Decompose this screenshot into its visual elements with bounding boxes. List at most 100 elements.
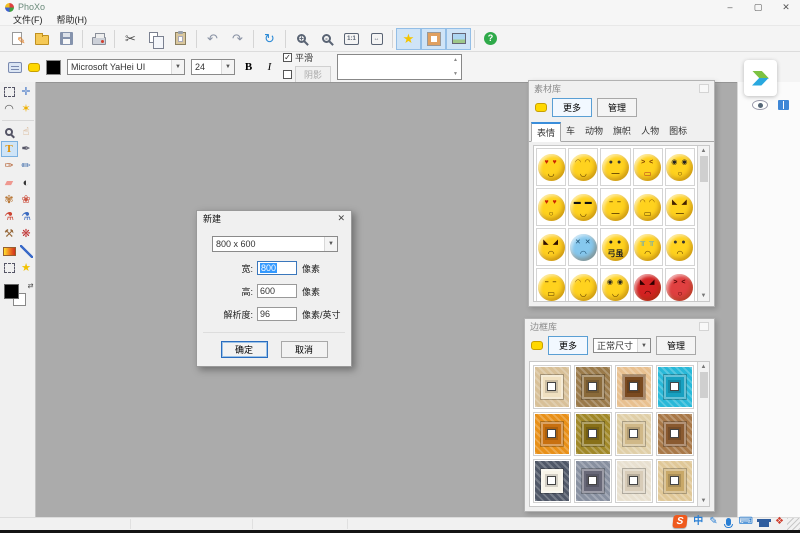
emoji-tile[interactable]: – –▭ xyxy=(536,268,566,301)
redo-button[interactable]: ↷ xyxy=(225,28,250,50)
tool-hand[interactable]: ☝ xyxy=(18,124,35,140)
dialog-titlebar[interactable]: 新建 ✕ xyxy=(197,211,351,226)
emoji-tile[interactable]: ◣ ◢◠ xyxy=(536,228,566,266)
tool-burn[interactable]: ❀ xyxy=(18,192,35,208)
tool-lasso[interactable]: ◠ xyxy=(1,101,18,117)
zoom-in-button[interactable]: + xyxy=(289,28,314,50)
emoji-tile[interactable]: ◉ ◉○ xyxy=(665,148,695,186)
frame-tile[interactable] xyxy=(656,365,694,409)
smooth-checkbox[interactable]: ✓ xyxy=(283,53,292,62)
clipart-manage-button[interactable]: 管理 xyxy=(597,98,637,117)
tool-fill-bucket[interactable]: ⚗ xyxy=(1,209,18,225)
preset-size-select[interactable]: 800 x 600 ▼ xyxy=(212,236,338,252)
tab-表情[interactable]: 表情 xyxy=(531,122,561,142)
frame-tile[interactable] xyxy=(656,459,694,503)
menu-help[interactable]: 帮助(H) xyxy=(50,13,95,26)
cut-button[interactable]: ✂ xyxy=(118,28,143,50)
frame-manage-button[interactable]: 管理 xyxy=(656,336,696,355)
tool-stamp[interactable]: ⚒ xyxy=(1,226,18,242)
frame-tile[interactable] xyxy=(533,365,571,409)
frame-more-button[interactable]: 更多 xyxy=(548,336,588,355)
refresh-button[interactable]: ↻ xyxy=(257,28,282,50)
tool-brush[interactable]: ✑ xyxy=(1,158,18,174)
clipart-library-button[interactable]: ★ xyxy=(396,28,421,50)
tool-rect-select[interactable] xyxy=(1,84,18,100)
tool-move[interactable]: ✛ xyxy=(18,84,35,100)
frame-tile[interactable] xyxy=(615,459,653,503)
italic-button[interactable]: I xyxy=(262,60,277,75)
bold-button[interactable]: B xyxy=(241,60,256,75)
text-input-area[interactable]: ▲▼ xyxy=(337,54,462,80)
chevron-down-icon[interactable]: ▼ xyxy=(324,237,337,251)
ime-pen-icon[interactable]: ✎ xyxy=(709,517,717,527)
frame-scrollbar[interactable]: ▲ ▼ xyxy=(697,362,709,506)
frame-tile[interactable] xyxy=(574,365,612,409)
tab-图标[interactable]: 图标 xyxy=(664,122,692,142)
clipart-scrollbar[interactable]: ▲ ▼ xyxy=(697,146,709,301)
text-color-swatch[interactable] xyxy=(46,60,61,75)
ime-keyboard-icon[interactable]: ⌨ xyxy=(739,517,753,527)
cancel-button[interactable]: 取消 xyxy=(281,341,328,358)
help-button[interactable]: ? xyxy=(478,28,503,50)
tool-zoom[interactable] xyxy=(1,124,18,140)
emoji-tile[interactable]: ◉ ◉◡ xyxy=(600,268,630,301)
frame-library-button[interactable] xyxy=(421,28,446,50)
ok-button[interactable]: 确定 xyxy=(221,341,268,358)
resize-grip[interactable] xyxy=(787,518,800,530)
scroll-up-icon[interactable]: ▲ xyxy=(453,57,458,63)
frame-tile[interactable] xyxy=(533,412,571,456)
chevron-down-icon[interactable]: ▼ xyxy=(637,339,650,352)
copy-button[interactable] xyxy=(143,28,168,50)
tool-fill-pattern[interactable]: ⚗ xyxy=(18,209,35,225)
emoji-tile[interactable]: > <○ xyxy=(665,268,695,301)
scroll-up-icon[interactable]: ▲ xyxy=(701,364,707,370)
foreground-color-swatch[interactable] xyxy=(4,284,19,299)
text-scroll-rail[interactable]: ▲▼ xyxy=(450,55,461,79)
text-panel-icon[interactable] xyxy=(8,62,22,73)
ime-toolbox-icon[interactable]: ❖ xyxy=(775,517,784,527)
swap-colors-icon[interactable]: ⇄ xyxy=(28,282,34,290)
tab-车[interactable]: 车 xyxy=(561,122,580,142)
emoji-tile[interactable]: ◠ ◠▭ xyxy=(633,188,663,226)
emoji-tile[interactable]: ◠ ◠◡ xyxy=(568,268,598,301)
open-button[interactable] xyxy=(29,28,54,50)
tab-旗帜[interactable]: 旗帜 xyxy=(608,122,636,142)
width-input[interactable]: 800 xyxy=(257,261,297,275)
frame-tile[interactable] xyxy=(615,412,653,456)
scrollbar-thumb[interactable] xyxy=(700,372,708,398)
scroll-up-icon[interactable]: ▲ xyxy=(701,148,707,154)
tool-pencil[interactable]: ✏ xyxy=(18,158,35,174)
tool-eyedropper[interactable]: ✒ xyxy=(18,141,35,157)
tool-text[interactable]: T xyxy=(1,141,18,157)
emoji-tile[interactable]: ◣ ◢― xyxy=(665,188,695,226)
emoji-tile[interactable]: ◣ ◢◠ xyxy=(633,268,663,301)
frame-panel-close-button[interactable] xyxy=(699,322,709,331)
tab-人物[interactable]: 人物 xyxy=(636,122,664,142)
close-button[interactable]: ✕ xyxy=(772,0,800,14)
emoji-tile[interactable]: ✕ ✕◠ xyxy=(568,228,598,266)
dialog-close-button[interactable]: ✕ xyxy=(337,213,345,224)
emoji-tile[interactable]: ● ●弓虽 xyxy=(600,228,630,266)
emoji-tile[interactable]: > <▭ xyxy=(633,148,663,186)
shadow-checkbox[interactable] xyxy=(283,70,292,79)
emoji-tile[interactable]: ♥ ♥◡ xyxy=(536,148,566,186)
shadow-button[interactable]: 阴影 xyxy=(295,66,331,83)
font-size-select[interactable]: 24 ▼ xyxy=(191,59,235,75)
ime-skin-icon[interactable] xyxy=(759,519,769,527)
chevron-down-icon[interactable]: ▼ xyxy=(221,60,234,74)
scroll-down-icon[interactable]: ▼ xyxy=(453,71,458,77)
emoji-tile[interactable]: ♥ ♥○ xyxy=(536,188,566,226)
font-family-select[interactable]: Microsoft YaHei UI ▼ xyxy=(67,59,185,75)
tool-eraser[interactable]: ▰ xyxy=(1,175,18,191)
frame-tile[interactable] xyxy=(574,412,612,456)
tool-shape-star[interactable]: ★ xyxy=(18,260,35,276)
frame-tile[interactable] xyxy=(656,412,694,456)
sogou-logo-icon[interactable]: S xyxy=(673,515,688,528)
clipart-panel-close-button[interactable] xyxy=(699,84,709,93)
dpi-input[interactable]: 96 xyxy=(257,307,297,321)
scroll-down-icon[interactable]: ▼ xyxy=(701,293,707,299)
tool-gradient[interactable] xyxy=(1,243,18,259)
frame-size-select[interactable]: 正常尺寸 ▼ xyxy=(593,338,651,353)
tool-transform[interactable] xyxy=(1,260,18,276)
tool-line[interactable] xyxy=(18,243,35,259)
